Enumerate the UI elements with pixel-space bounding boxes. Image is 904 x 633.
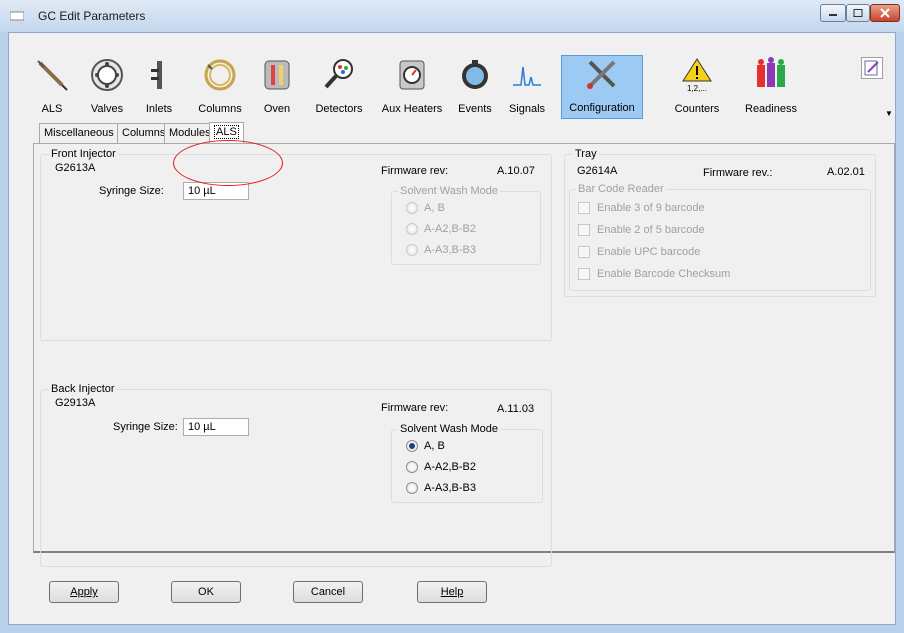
tab-miscellaneous[interactable]: Miscellaneous: [39, 123, 119, 143]
group-title: Solvent Wash Mode: [398, 185, 501, 197]
tray-firmware: A.02.01: [827, 166, 865, 178]
toolbar-item-als[interactable]: ALS: [37, 57, 68, 119]
maximize-icon: [853, 9, 863, 17]
help-button[interactable]: Help: [417, 581, 487, 603]
syringe-size-label: Syringe Size:: [113, 421, 178, 433]
window-icon: [10, 11, 24, 21]
events-icon: [462, 60, 488, 89]
cancel-button[interactable]: Cancel: [293, 581, 363, 603]
firmware-label: Firmware rev:: [381, 402, 449, 414]
group-title: Bar Code Reader: [576, 183, 666, 195]
toolbar-label: Oven: [263, 103, 291, 115]
group-title: Back Injector: [49, 383, 117, 395]
toolbar-label: Valves: [90, 103, 124, 115]
toolbar-label: Columns: [198, 103, 242, 115]
toolbar-label: Signals: [508, 103, 546, 115]
enable-2of5-checkbox[interactable]: Enable 2 of 5 barcode: [578, 224, 705, 236]
column-icon: [204, 59, 236, 91]
title-bar: GC Edit Parameters: [0, 0, 904, 32]
readiness-icon: [757, 57, 785, 87]
parameter-toolbar: ALS Valves Inlets Columns Oven Detectors…: [9, 33, 895, 123]
firmware-label: Firmware rev:: [381, 165, 449, 177]
oven-icon: [264, 60, 290, 90]
maximize-button[interactable]: [846, 4, 870, 22]
svg-text:1,2,...: 1,2,...: [687, 84, 707, 93]
toolbar-label: ALS: [41, 103, 63, 115]
toolbar-item-counters[interactable]: 1,2,... Counters: [669, 57, 725, 119]
front-wash-radio-ab[interactable]: A, B: [406, 202, 445, 214]
counters-icon: 1,2,...: [682, 58, 712, 93]
firmware-label: Firmware rev.:: [703, 167, 773, 179]
toolbar-label: Detectors: [315, 103, 363, 115]
edit-notes-icon[interactable]: [861, 57, 883, 79]
minimize-icon: [829, 14, 837, 16]
front-injector-group: Front Injector G2613A Firmware rev: A.10…: [40, 148, 552, 341]
front-injector-firmware: A.10.07: [497, 165, 535, 177]
toolbar-item-events[interactable]: Events: [455, 57, 495, 119]
toolbar-label: Readiness: [745, 103, 797, 115]
inlet-icon: [151, 61, 162, 89]
toolbar-item-aux-heaters[interactable]: Aux Heaters: [381, 57, 443, 119]
enable-upc-checkbox[interactable]: Enable UPC barcode: [578, 246, 700, 258]
window-title: GC Edit Parameters: [38, 9, 146, 23]
back-injector-firmware: A.11.03: [497, 403, 535, 415]
dialog-client-area: ALS Valves Inlets Columns Oven Detectors…: [8, 32, 896, 625]
gc-edit-parameters-window: GC Edit Parameters ALS Valves Inlets Col…: [0, 0, 904, 633]
front-wash-radio-a2b2[interactable]: A-A2,B-B2: [406, 223, 476, 235]
aux-heater-icon: [399, 60, 425, 90]
toolbar-label: Events: [458, 103, 492, 115]
toolbar-item-signals[interactable]: Signals: [507, 57, 547, 119]
tray-group: Tray G2614A Firmware rev.: A.02.01 Bar C…: [564, 148, 876, 297]
toolbar-item-detectors[interactable]: Detectors: [311, 57, 367, 119]
ok-button[interactable]: OK: [171, 581, 241, 603]
detector-icon: [324, 59, 353, 89]
back-syringe-size-input[interactable]: 10 µL: [183, 418, 249, 436]
group-title: Tray: [573, 148, 599, 160]
close-button[interactable]: [870, 4, 900, 22]
back-injector-group: Back Injector G2913A Firmware rev: A.11.…: [40, 383, 552, 567]
front-solvent-wash-group: Solvent Wash Mode A, B A-A2,B-B2 A-A3,B-…: [391, 185, 541, 265]
front-injector-model: G2613A: [55, 162, 96, 174]
toolbar-scroll-down-icon[interactable]: ▼: [885, 109, 893, 118]
toolbar-item-readiness[interactable]: Readiness: [743, 57, 799, 119]
signal-icon: [513, 66, 541, 86]
valve-icon: [91, 59, 123, 91]
syringe-icon: [37, 60, 68, 91]
toolbar-label: Counters: [674, 103, 720, 115]
configuration-icon: [587, 60, 616, 89]
apply-button[interactable]: Apply: [49, 581, 119, 603]
group-title: Solvent Wash Mode: [398, 423, 501, 435]
toolbar-label: Inlets: [145, 103, 173, 115]
minimize-button[interactable]: [820, 4, 846, 22]
close-icon: [880, 8, 890, 18]
toolbar-item-configuration[interactable]: Configuration: [561, 55, 643, 119]
syringe-size-label: Syringe Size:: [99, 185, 164, 197]
tab-columns[interactable]: Columns: [117, 123, 171, 143]
back-injector-model: G2913A: [55, 397, 96, 409]
back-wash-radio-ab[interactable]: A, B: [406, 440, 445, 452]
toolbar-item-inlets[interactable]: Inlets: [141, 57, 177, 119]
back-wash-radio-a2b2[interactable]: A-A2,B-B2: [406, 461, 476, 473]
tab-modules[interactable]: Modules: [164, 123, 216, 143]
toolbar-label: Configuration: [569, 102, 635, 114]
notepad-icon: [864, 60, 879, 76]
annotation-circle: [173, 140, 283, 186]
bar-code-reader-group: Bar Code Reader Enable 3 of 9 barcode En…: [569, 183, 871, 291]
enable-3of9-checkbox[interactable]: Enable 3 of 9 barcode: [578, 202, 705, 214]
toolbar-item-oven[interactable]: Oven: [259, 57, 295, 119]
toolbar-item-columns[interactable]: Columns: [195, 57, 245, 119]
tray-model: G2614A: [577, 165, 618, 177]
enable-checksum-checkbox[interactable]: Enable Barcode Checksum: [578, 268, 730, 280]
front-wash-radio-a3b3[interactable]: A-A3,B-B3: [406, 244, 476, 256]
group-title: Front Injector: [49, 148, 118, 160]
toolbar-item-valves[interactable]: Valves: [85, 57, 129, 119]
toolbar-label: Aux Heaters: [381, 103, 443, 115]
back-solvent-wash-group: Solvent Wash Mode A, B A-A2,B-B2 A-A3,B-…: [391, 423, 543, 503]
back-wash-radio-a3b3[interactable]: A-A3,B-B3: [406, 482, 476, 494]
als-tab-panel: Front Injector G2613A Firmware rev: A.10…: [33, 143, 895, 567]
